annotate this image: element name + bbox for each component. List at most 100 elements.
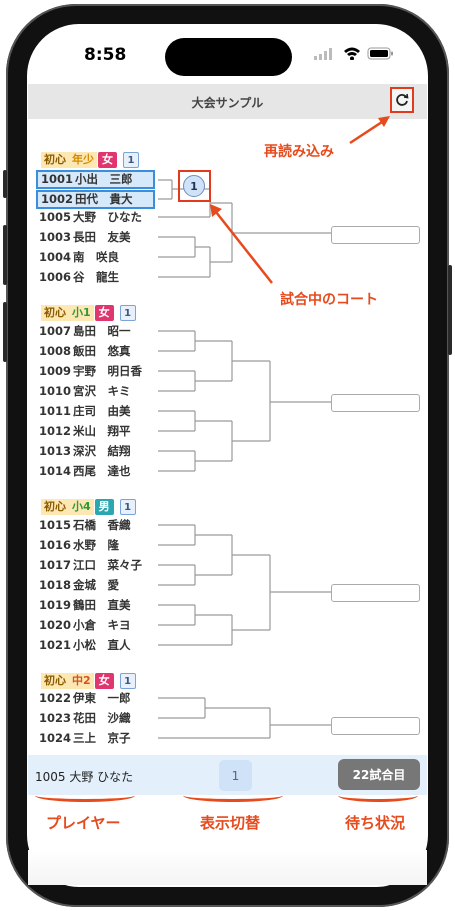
player-name: 鶴田 直美 [73, 598, 131, 612]
player-name: 三上 京子 [73, 731, 131, 745]
player-row-selected[interactable]: 1001 小出 三郎 [36, 170, 155, 189]
court-badge: 1 [119, 499, 136, 515]
player-name: 小松 直人 [73, 638, 131, 652]
player-id: 1008 [39, 344, 72, 358]
player-row[interactable]: 1007 島田 昭一 [39, 321, 131, 341]
winner-box-3[interactable] [331, 584, 420, 602]
player-id: 1013 [39, 444, 72, 458]
player-name: 金城 愛 [73, 578, 119, 592]
level-badge: 初心 [41, 499, 69, 515]
player-id: 1020 [39, 618, 72, 632]
court-badge: 1 [123, 152, 139, 168]
player-name: 花田 沙織 [73, 711, 131, 725]
sex-badge: 女 [98, 152, 117, 168]
player-id: 1002 [41, 192, 74, 206]
group-badge-1: 初心 年少 女 1 [41, 152, 139, 168]
player-row[interactable]: 1014 西尾 達也 [39, 461, 131, 481]
grade-badge: 小4 [69, 499, 94, 515]
player-name: 飯田 悠真 [73, 344, 131, 358]
player-row[interactable]: 1003 長田 友美 [39, 227, 131, 247]
player-id: 1009 [39, 364, 72, 378]
group-badge-4: 初心 中2 女 1 [41, 673, 136, 689]
player-name: 小倉 キヨ [73, 618, 131, 632]
player-id: 1024 [39, 731, 72, 745]
player-row[interactable]: 1006 谷 龍生 [39, 267, 119, 287]
player-id: 1022 [39, 691, 72, 705]
player-id: 1004 [39, 250, 72, 264]
player-row[interactable]: 1009 宇野 明日香 [39, 361, 142, 381]
winner-box-4[interactable] [331, 717, 420, 735]
player-name: 谷 龍生 [73, 270, 119, 284]
winner-box-1[interactable] [331, 226, 420, 244]
player-id: 1019 [39, 598, 72, 612]
annotation-player: プレイヤー [46, 814, 121, 832]
view-toggle-button[interactable]: 1 [219, 760, 252, 791]
player-id: 1023 [39, 711, 72, 725]
player-id: 1015 [39, 518, 72, 532]
player-name: 小出 三郎 [75, 172, 133, 186]
grade-badge: 小1 [69, 305, 94, 321]
annotation-view-toggle: 表示切替 [200, 814, 261, 832]
winner-box-2[interactable] [331, 394, 420, 412]
annotation-court: 試合中のコート [280, 292, 378, 308]
player-row[interactable]: 1011 庄司 由美 [39, 401, 131, 421]
underline-waiting [338, 789, 418, 802]
player-id: 1012 [39, 424, 72, 438]
player-name: 大野 ひなた [73, 210, 142, 224]
match-court-marker[interactable]: 1 [183, 175, 205, 197]
annotation-waiting: 待ち状況 [345, 814, 406, 832]
player-id: 1016 [39, 538, 72, 552]
arrow-to-reload [349, 116, 390, 145]
player-id: 1006 [39, 270, 72, 284]
level-badge: 初心 [41, 673, 69, 689]
sex-badge: 女 [94, 673, 114, 689]
player-row[interactable]: 1020 小倉 キヨ [39, 615, 131, 635]
player-name: 宇野 明日香 [73, 364, 142, 378]
player-row[interactable]: 1016 水野 隆 [39, 535, 119, 555]
underline-toggle [183, 789, 283, 802]
player-row[interactable]: 1010 宮沢 キミ [39, 381, 131, 401]
player-row[interactable]: 1024 三上 京子 [39, 728, 131, 748]
grade-badge: 中2 [69, 673, 94, 689]
player-id: 1005 [39, 210, 72, 224]
grade-badge: 年少 [69, 152, 97, 168]
player-name: 庄司 由美 [73, 404, 131, 418]
player-name: 江口 菜々子 [73, 558, 142, 572]
current-player[interactable]: 1005 大野 ひなた [35, 768, 133, 785]
player-row[interactable]: 1005 大野 ひなた [39, 207, 142, 227]
player-row[interactable]: 1019 鶴田 直美 [39, 595, 131, 615]
player-row[interactable]: 1023 花田 沙織 [39, 708, 131, 728]
player-name: 島田 昭一 [73, 324, 131, 338]
player-name: 深沢 結翔 [73, 444, 131, 458]
player-row[interactable]: 1008 飯田 悠真 [39, 341, 131, 361]
player-row[interactable]: 1015 石橋 香織 [39, 515, 131, 535]
group-badge-2: 初心 小1 女 1 [41, 305, 136, 321]
player-id: 1018 [39, 578, 72, 592]
player-id: 1007 [39, 324, 72, 338]
player-row[interactable]: 1004 南 咲良 [39, 247, 119, 267]
court-badge: 1 [119, 673, 136, 689]
player-id: 1003 [39, 230, 72, 244]
player-row[interactable]: 1018 金城 愛 [39, 575, 119, 595]
player-name: 長田 友美 [73, 230, 131, 244]
player-row[interactable]: 1012 米山 翔平 [39, 421, 131, 441]
sex-badge: 男 [94, 499, 114, 515]
player-id: 1014 [39, 464, 72, 478]
player-id: 1021 [39, 638, 72, 652]
player-id: 1017 [39, 558, 72, 572]
player-row[interactable]: 1021 小松 直人 [39, 635, 131, 655]
player-name: 南 咲良 [73, 250, 119, 264]
waiting-status-button[interactable]: 22試合目 [338, 759, 420, 790]
player-name: 田代 貴大 [75, 192, 133, 206]
underline-player [35, 789, 135, 802]
player-row[interactable]: 1017 江口 菜々子 [39, 555, 142, 575]
player-name: 宮沢 キミ [73, 384, 131, 398]
player-id: 1011 [39, 404, 72, 418]
arrow-to-court [210, 204, 273, 284]
group-badge-3: 初心 小4 男 1 [41, 499, 136, 515]
sex-badge: 女 [94, 305, 114, 321]
player-row[interactable]: 1013 深沢 結翔 [39, 441, 131, 461]
player-row[interactable]: 1022 伊東 一郎 [39, 688, 131, 708]
player-name: 水野 隆 [73, 538, 119, 552]
player-id: 1010 [39, 384, 72, 398]
